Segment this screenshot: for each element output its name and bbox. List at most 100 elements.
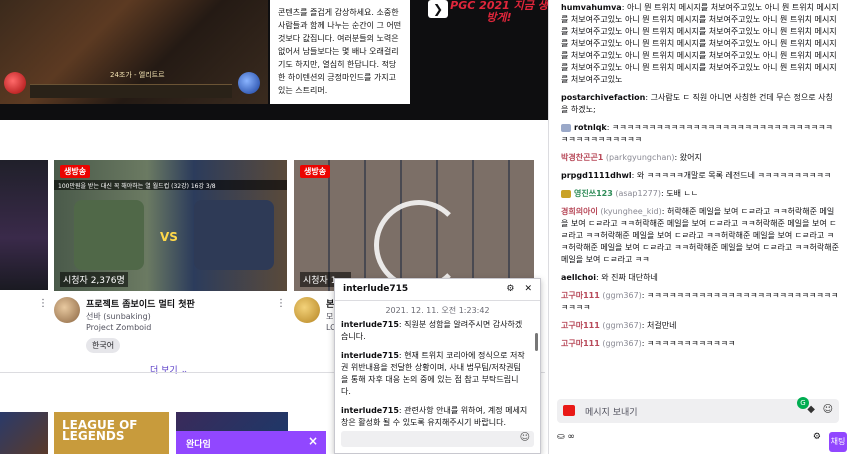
chat-username[interactable]: 박경찬곤곤1 — [561, 153, 603, 162]
chat-login: (parkgyungchan) — [605, 153, 675, 162]
message-author[interactable]: interlude715 — [341, 320, 399, 329]
chat-text: 처걸만네 — [647, 321, 677, 330]
vs-label: VS — [160, 230, 178, 244]
stream-thumbnail[interactable] — [0, 160, 48, 290]
mana-orb — [238, 72, 260, 94]
chat-username[interactable]: 영진쓰123 — [574, 189, 613, 198]
avatar[interactable] — [294, 297, 320, 323]
emote-icon[interactable]: ☺ — [823, 404, 833, 415]
chat-login: (asap1277) — [615, 189, 661, 198]
chat-line: rotnlqk: ㅋㅋㅋㅋㅋㅋㅋㅋㅋㅋㅋㅋㅋㅋㅋㅋㅋㅋㅋㅋㅋㅋㅋㅋㅋㅋㅋㅋㅋㅋㅋ… — [561, 123, 833, 144]
chat-input[interactable]: 메시지 보내기 G ◆ ☺ — [557, 397, 839, 423]
message-author[interactable]: interlude715 — [341, 351, 399, 360]
more-options-icon[interactable]: ⋮ — [38, 298, 48, 309]
whisper-message: interlude715: 관련사항 안내를 위하여, 계정 메세지 창은 활성… — [341, 405, 528, 427]
scrollbar[interactable] — [535, 333, 538, 351]
whisper-input[interactable]: ☺ — [341, 431, 534, 447]
gear-icon[interactable]: ⚙ — [506, 284, 514, 295]
channel-points-icon[interactable]: ⛀ — [557, 432, 565, 442]
chat-login: (ggm367) — [602, 291, 642, 300]
chat-username[interactable]: 경희의아이 — [561, 207, 598, 216]
whisper-user[interactable]: interlude715 — [343, 284, 408, 295]
chat-login: (ggm367) — [602, 339, 642, 348]
show-more-button[interactable]: 더 보기 ⌄ — [150, 363, 188, 376]
chat-line: 영진쓰123 (asap1277): 도배 ㄴㄴ — [561, 188, 839, 200]
chat-username[interactable]: 고구마111 — [561, 321, 600, 330]
live-badge: 생방송 — [300, 165, 331, 178]
overlay-text: 100만원을 받는 대신 꼭 해야하는 열 월드컵 (32강) 16강 3/8 — [54, 180, 287, 190]
notification-label: 완다임 — [186, 440, 211, 450]
chat-text: ㅋㅋㅋㅋㅋㅋㅋㅋㅋㅋㅋㅋ — [647, 339, 736, 348]
featured-carousel: 24조가 - 엘리트르 콘텐츠를 즐겁게 감상하세요. 소중한 사람들과 함께 … — [0, 0, 548, 120]
chat-username[interactable]: aellchoi — [561, 273, 596, 282]
viewer-count: 시청자 2,376명 — [60, 272, 128, 287]
chat-username[interactable]: 고구마111 — [561, 339, 600, 348]
close-icon[interactable]: × — [308, 434, 318, 448]
avatar[interactable] — [54, 297, 80, 323]
chat-line: 박경찬곤곤1 (parkgyungchan): 왔어지 — [561, 153, 702, 162]
whisper-header: interlude715 ⚙ ✕ — [335, 279, 540, 301]
chat-panel: humvahumva: 아니 뭔 트위치 메시지를 처보여주고있노 아니 뭔 트… — [548, 0, 850, 454]
channel-points-value: ∞ — [567, 432, 575, 442]
health-orb — [4, 72, 26, 94]
video-icon[interactable] — [563, 405, 575, 416]
whisper-timestamp: 2021. 12. 11. 오전 1:23:42 — [385, 306, 490, 315]
whisper-window: interlude715 ⚙ ✕ 2021. 12. 11. 오전 1:23:4… — [334, 278, 541, 454]
show-more-label: 더 보기 — [150, 366, 178, 376]
chat-line: prpgd1111dhwl: 와 ㅋㅋㅋㅋㅋ개말로 목록 레전드네 ㅋㅋㅋㅋㅋㅋ… — [561, 171, 832, 180]
bits-icon[interactable]: ◆ — [807, 404, 815, 415]
twitch-page: 24조가 - 엘리트르 콘텐츠를 즐겁게 감상하세요. 소중한 사람들과 함께 … — [0, 0, 850, 454]
chat-messages: humvahumva: 아니 뭔 트위치 메시지를 처보여주고있노 아니 뭔 트… — [549, 0, 845, 392]
chat-line: 경희의아이 (kyunghee_kid): 허락해준 메일을 보여 ㄷㄹ라고 ㅋ… — [561, 207, 839, 264]
whisper-message: interlude715: 현재 트위치 코리아에 정식으로 저작권 위반내용을… — [341, 350, 528, 398]
chat-line: postarchivefaction: 그사람도 ㄷ 직원 아니면 사칭한 건데… — [561, 93, 833, 114]
game-skill-bar — [30, 84, 232, 98]
chat-username[interactable]: postarchivefaction — [561, 93, 645, 102]
game-level-label: 24조가 - 엘리트르 — [110, 71, 165, 79]
category-thumbnail[interactable] — [0, 412, 48, 454]
notification-bar[interactable]: 완다임 × — [176, 431, 326, 454]
chat-line: 고구마111 (ggm367): ㅋㅋㅋㅋㅋㅋㅋㅋㅋㅋㅋㅋㅋㅋㅋㅋㅋㅋㅋㅋㅋㅋㅋ… — [561, 291, 839, 312]
chat-placeholder: 메시지 보내기 — [585, 408, 638, 418]
chevron-down-icon: ⌄ — [180, 366, 189, 376]
chat-login: (ggm367) — [602, 321, 642, 330]
chat-footer: ⛀ ∞ ⚙ 채팅 — [557, 432, 847, 452]
chat-line: 고구마111 (ggm367): ㅋㅋㅋㅋㅋㅋㅋㅋㅋㅋㅋㅋ — [561, 339, 736, 348]
chat-text: 와 진짜 대단하네 — [601, 273, 658, 282]
whisper-message: interlude715: 직원분 성함을 알려주시면 감사하겠습니다. — [341, 319, 528, 343]
chat-username[interactable]: 고구마111 — [561, 291, 600, 300]
chat-line: aellchoi: 와 진짜 대단하네 — [561, 273, 658, 282]
chat-line: humvahumva: 아니 뭔 트위치 메시지를 처보여주고있노 아니 뭔 트… — [561, 3, 839, 84]
whisper-messages: interlude715: 직원분 성함을 알려주시면 감사하겠습니다. int… — [335, 319, 534, 427]
chat-badge-icon — [561, 189, 571, 198]
loading-spinner — [374, 200, 464, 290]
chat-text: 와 ㅋㅋㅋㅋㅋ개말로 목록 레전드네 ㅋㅋㅋㅋㅋㅋㅋㅋㅋㅋ — [636, 171, 832, 180]
chevron-right-icon[interactable]: ❯ — [428, 0, 448, 18]
chat-username[interactable]: rotnlqk — [574, 123, 607, 132]
featured-stream-video[interactable]: 24조가 - 엘리트르 — [0, 0, 268, 104]
stream-title[interactable]: 프로젝트 좀보이드 멀티 첫판 — [86, 297, 195, 310]
chat-username[interactable]: prpgd1111dhwl — [561, 171, 632, 180]
emote-icon[interactable]: ☺ — [520, 432, 530, 443]
chat-login: (kyunghee_kid) — [600, 207, 662, 216]
live-badge: 생방송 — [60, 165, 91, 178]
chat-line: 고구마111 (ggm367): 처걸만네 — [561, 321, 677, 330]
message-author[interactable]: interlude715 — [341, 406, 399, 415]
chat-badge-icon — [561, 123, 571, 132]
featured-description: 콘텐츠를 즐겁게 감상하세요. 소중한 사람들과 함께 나누는 순간이 그 어떤… — [270, 0, 410, 104]
league-logo-text: LEAGUE OF LEGENDS — [62, 418, 138, 443]
gear-icon[interactable]: ⚙ — [813, 432, 821, 442]
chat-username[interactable]: humvahumva — [561, 3, 622, 12]
chat-text: 왔어지 — [679, 153, 702, 162]
send-button[interactable]: 채팅 — [829, 432, 847, 452]
more-options-icon[interactable]: ⋮ — [276, 298, 286, 309]
promo-banner[interactable]: PGC 2021 지금 생방게! — [450, 0, 548, 30]
channel-name[interactable]: 선바 (sunbaking) — [86, 311, 151, 322]
thumbnail-figure — [74, 200, 144, 270]
thumbnail-figure — [194, 200, 274, 270]
chat-text: 아니 뭔 트위치 메시지를 처보여주고있노 아니 뭔 트위치 메시지를 처보여주… — [561, 3, 839, 84]
category-name[interactable]: Project Zomboid — [86, 323, 151, 332]
language-tag[interactable]: 한국어 — [86, 338, 121, 353]
close-icon[interactable]: ✕ — [524, 284, 532, 295]
category-thumbnail[interactable]: LEAGUE OF LEGENDS — [54, 412, 169, 454]
